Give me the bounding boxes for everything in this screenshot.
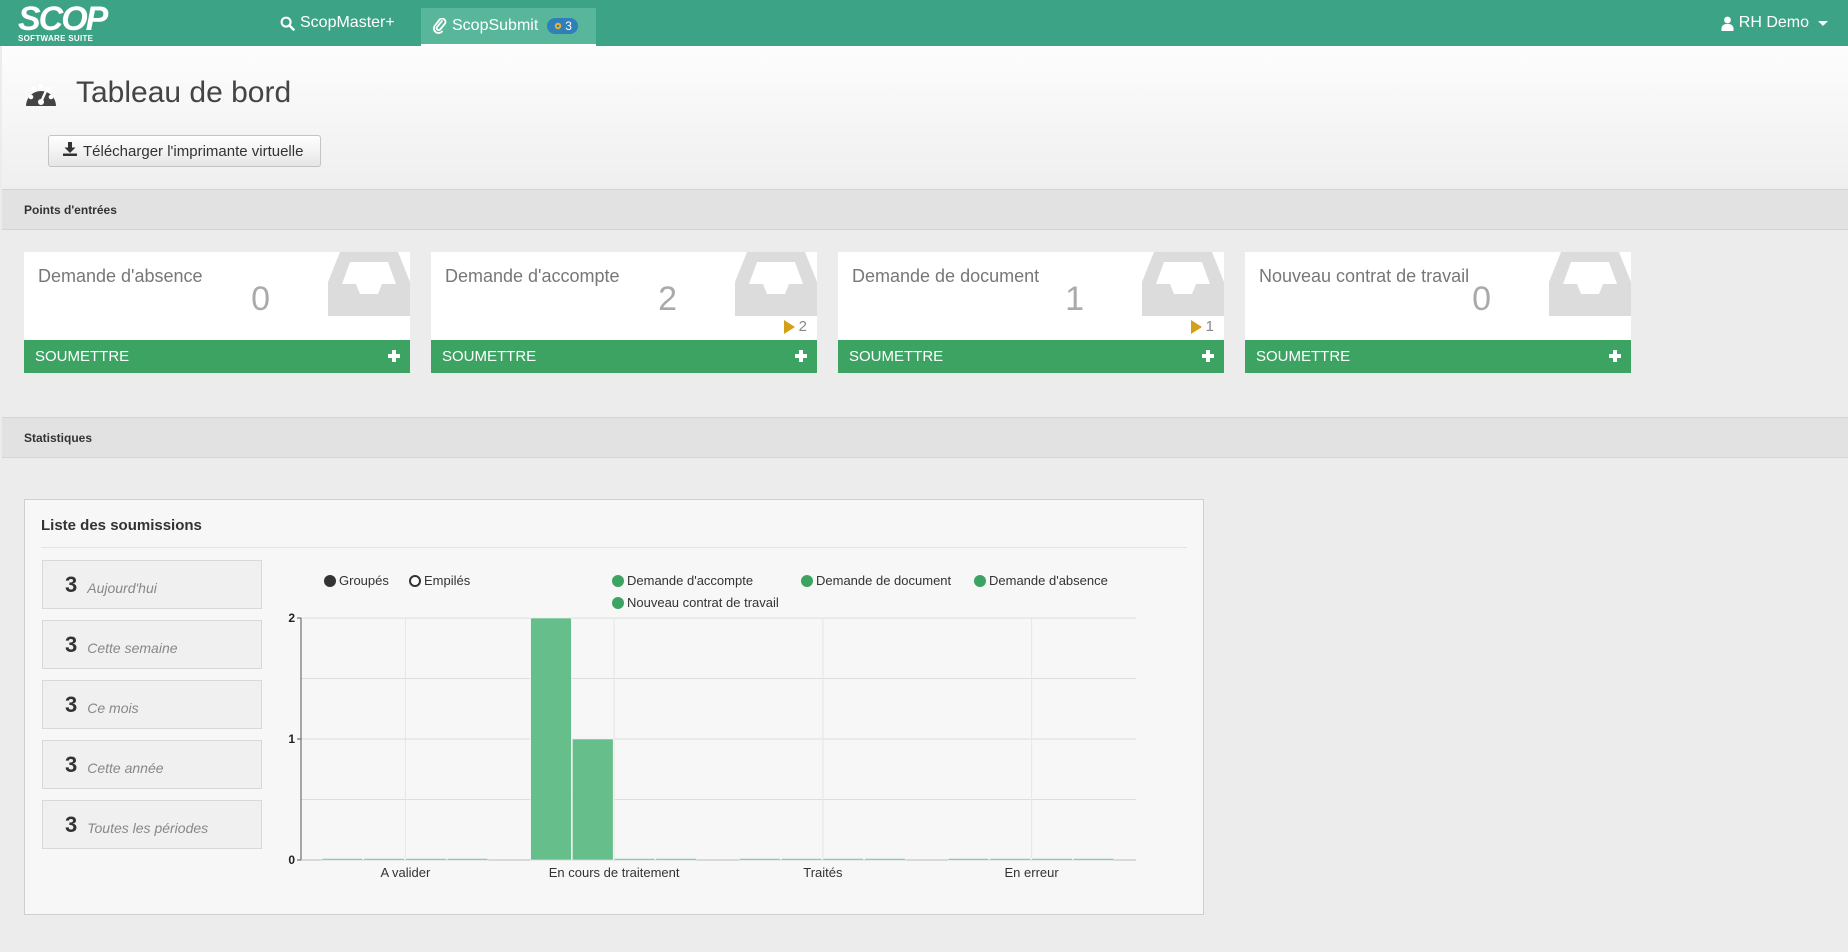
submit-label: SOUMETTRE	[849, 348, 944, 365]
logo-subtitle: SOFTWARE SUITE	[18, 34, 94, 43]
card-title: Demande d'absence	[38, 266, 203, 286]
play-icon	[783, 319, 795, 334]
section-stats-title: Statistiques	[24, 431, 93, 445]
search-icon	[280, 16, 295, 31]
inbox-icon	[328, 252, 410, 321]
submit-button[interactable]: SOUMETTRE	[1245, 340, 1631, 373]
download-virtual-printer-button[interactable]: Télécharger l'imprimante virtuelle	[48, 135, 321, 167]
submissions-panel: Liste des soumissions 3 Aujourd'hui 3 Ce…	[24, 499, 1204, 915]
submit-button[interactable]: SOUMETTRE	[24, 340, 410, 373]
nav-scopsubmit-label: ScopSubmit	[452, 17, 539, 34]
bar	[1031, 858, 1073, 861]
user-name: RH Demo	[1738, 14, 1809, 31]
inbox-icon	[735, 252, 817, 321]
bar	[947, 858, 990, 861]
submit-button[interactable]: SOUMETTRE	[431, 340, 817, 373]
logo-text: SCOP	[18, 0, 108, 38]
section-entries-header: Points d'entrées	[2, 189, 1848, 230]
pending-indicator[interactable]: 2	[783, 318, 807, 335]
page-header: Tableau de bord Télécharger l'imprimante…	[2, 46, 1848, 189]
download-icon	[63, 142, 77, 160]
card-title: Demande de document	[852, 266, 1040, 286]
x-tick-label: A valider	[380, 865, 431, 880]
card-count: 1	[1065, 280, 1084, 318]
gear-icon	[553, 21, 563, 31]
scopsubmit-badge: 3	[547, 18, 578, 34]
bar	[739, 858, 781, 861]
card-title: Nouveau contrat de travail	[1259, 266, 1470, 286]
bar	[864, 858, 906, 861]
nav-scopmaster[interactable]: ScopMaster+	[280, 0, 395, 46]
play-icon	[1190, 319, 1202, 334]
user-menu[interactable]: RH Demo	[1721, 0, 1828, 46]
bar	[446, 858, 489, 861]
pending-count: 2	[798, 318, 807, 335]
y-tick-label: 2	[288, 611, 295, 625]
scopsubmit-badge-count: 3	[565, 19, 572, 33]
nav-scopmaster-label: ScopMaster+	[300, 14, 395, 31]
section-stats-header: Statistiques	[2, 417, 1848, 458]
submit-label: SOUMETTRE	[35, 348, 130, 365]
card-count: 2	[658, 280, 677, 318]
pending-indicator[interactable]: 1	[1190, 318, 1214, 335]
card-count: 0	[1472, 280, 1491, 318]
bar	[405, 858, 447, 861]
plus-icon	[1202, 350, 1214, 362]
paperclip-icon	[433, 18, 447, 34]
page-title: Tableau de bord	[76, 76, 292, 109]
bar	[530, 617, 572, 861]
bar	[655, 858, 697, 861]
x-tick-label: Traités	[803, 865, 843, 880]
bar	[363, 858, 405, 861]
card-count: 0	[251, 280, 270, 318]
download-button-label: Télécharger l'imprimante virtuelle	[83, 142, 304, 160]
bar	[780, 858, 823, 861]
bar	[989, 858, 1031, 861]
dashboard-icon	[24, 80, 58, 113]
scop-logo[interactable]: SCOP SOFTWARE SUITE	[18, 2, 108, 44]
bar	[572, 738, 614, 861]
plus-icon	[795, 350, 807, 362]
submit-label: SOUMETTRE	[1256, 348, 1351, 365]
user-icon	[1721, 16, 1734, 31]
x-tick-label: En cours de traitement	[549, 865, 680, 880]
bar	[1073, 858, 1115, 861]
entry-card-contrat: Nouveau contrat de travail 0 SOUMETTRE	[1245, 252, 1631, 373]
bar	[613, 858, 656, 861]
bar	[822, 858, 864, 861]
plus-icon	[388, 350, 400, 362]
inbox-icon	[1142, 252, 1224, 321]
x-tick-label: En erreur	[1005, 865, 1060, 880]
pending-count: 1	[1205, 318, 1214, 335]
caret-down-icon	[1818, 20, 1828, 26]
plus-icon	[1609, 350, 1621, 362]
section-entries-title: Points d'entrées	[24, 203, 117, 217]
submit-button[interactable]: SOUMETTRE	[838, 340, 1224, 373]
y-tick-label: 1	[288, 732, 295, 746]
entry-card-accompte: Demande d'accompte 2 2 SOUMETTRE	[431, 252, 817, 373]
entry-card-document: Demande de document 1 1 SOUMETTRE	[838, 252, 1224, 373]
submissions-bar-chart: 0 1 2 A valider En cours de traitement Traité…	[288, 611, 1136, 880]
y-tick-label: 0	[288, 853, 295, 867]
entry-card-absence: Demande d'absence 0 SOUMETTRE	[24, 252, 410, 373]
submit-label: SOUMETTRE	[442, 348, 537, 365]
card-title: Demande d'accompte	[445, 266, 620, 286]
bar	[321, 858, 363, 861]
inbox-icon	[1549, 252, 1631, 321]
top-navbar: SCOP SOFTWARE SUITE ScopMaster+ ScopSubm…	[0, 0, 1848, 46]
nav-scopsubmit[interactable]: ScopSubmit 3	[421, 8, 596, 46]
